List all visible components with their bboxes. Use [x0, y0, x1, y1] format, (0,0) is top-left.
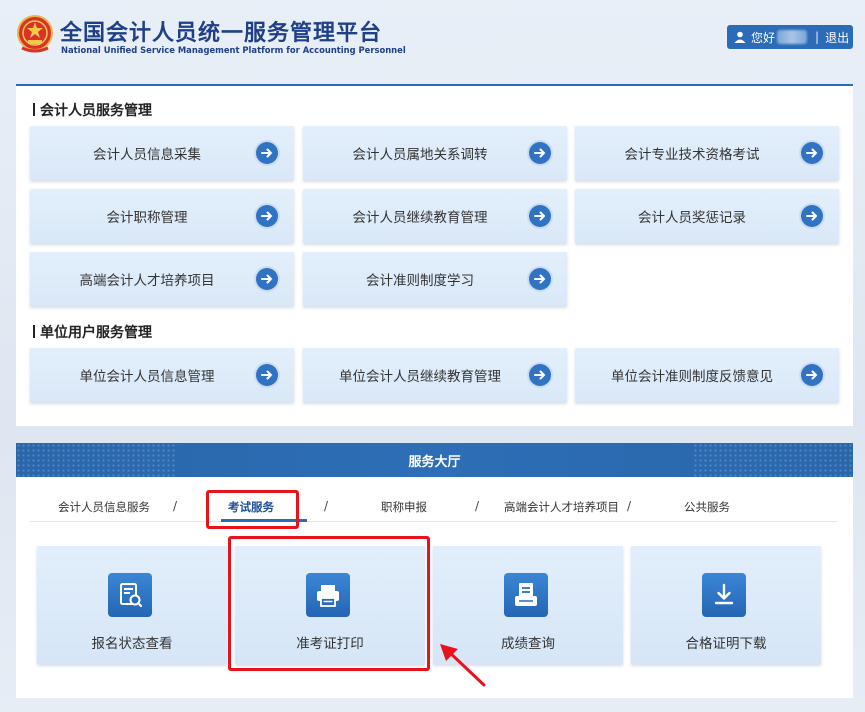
card-label: 会计人员继续教育管理 [352, 210, 488, 226]
card-label: 会计人员属地关系调转 [352, 147, 488, 163]
card-unit-standards-feedback[interactable]: 单位会计准则制度反馈意见 [575, 348, 839, 402]
arrow-right-icon [529, 364, 551, 386]
tabs-divider [30, 521, 837, 522]
card-personnel-info-collection[interactable]: 会计人员信息采集 [30, 126, 294, 180]
card-label: 会计人员奖惩记录 [638, 210, 746, 226]
highlight-box-ticket-print [228, 536, 430, 671]
highlight-box-exam-tab [206, 490, 299, 529]
arrow-right-icon [256, 364, 278, 386]
banner-pattern-right [693, 443, 853, 477]
annotation-arrow-icon [440, 644, 486, 687]
card-label: 单位会计人员继续教育管理 [339, 369, 501, 385]
service-certificate-download[interactable]: 合格证明下载 [631, 546, 821, 664]
service-label: 报名状态查看 [91, 636, 173, 652]
card-label: 会计专业技术资格考试 [624, 147, 760, 163]
card-continuing-education[interactable]: 会计人员继续教育管理 [303, 189, 567, 243]
logout-link[interactable]: 退出 [825, 29, 849, 46]
site-title-english: National Unified Service Management Plat… [61, 45, 406, 55]
national-emblem-icon [17, 15, 53, 53]
card-unit-personnel-info[interactable]: 单位会计人员信息管理 [30, 348, 294, 402]
user-bar-separator: | [815, 30, 820, 44]
arrow-right-icon [801, 205, 823, 227]
tab-separator: / [173, 499, 178, 513]
document-search-icon [108, 573, 152, 617]
username-masked [777, 30, 808, 44]
card-label: 会计准则制度学习 [366, 273, 474, 289]
banner-pattern-left [16, 443, 176, 477]
service-management-panel: 会计人员服务管理 会计人员信息采集 会计人员属地关系调转 会计专业技术资格考试 … [16, 84, 853, 426]
arrow-right-icon [801, 142, 823, 164]
card-high-end-talent[interactable]: 高端会计人才培养项目 [30, 252, 294, 306]
card-label: 高端会计人才培养项目 [79, 273, 215, 289]
card-unit-continuing-education[interactable]: 单位会计人员继续教育管理 [303, 348, 567, 402]
tab-public-service[interactable]: 公共服务 [684, 499, 730, 515]
user-icon [734, 31, 746, 43]
service-label: 合格证明下载 [685, 636, 767, 652]
card-standards-learning[interactable]: 会计准则制度学习 [303, 252, 567, 306]
user-bar: 您好 | 退出 [727, 25, 853, 49]
card-title-management[interactable]: 会计职称管理 [30, 189, 294, 243]
section-title-personnel: 会计人员服务管理 [33, 100, 152, 120]
section-title-unit: 单位用户服务管理 [33, 322, 152, 342]
tab-title-application[interactable]: 职称申报 [381, 499, 427, 515]
card-qualification-exam[interactable]: 会计专业技术资格考试 [575, 126, 839, 180]
site-title: 全国会计人员统一服务管理平台 [60, 21, 383, 46]
tab-separator: / [475, 499, 480, 513]
header: 全国会计人员统一服务管理平台 National Unified Service … [0, 0, 865, 84]
tab-personnel-info-service[interactable]: 会计人员信息服务 [58, 499, 150, 515]
arrow-right-icon [256, 268, 278, 290]
tab-high-end-talent[interactable]: 高端会计人才培养项目 [504, 499, 619, 515]
card-label: 单位会计准则制度反馈意见 [611, 369, 773, 385]
card-label: 会计人员信息采集 [93, 147, 201, 163]
service-hall-banner: 服务大厅 [16, 443, 853, 477]
arrow-right-icon [529, 268, 551, 290]
tab-separator: / [627, 499, 632, 513]
card-rewards-penalties[interactable]: 会计人员奖惩记录 [575, 189, 839, 243]
service-hall-title: 服务大厅 [408, 454, 461, 470]
arrow-right-icon [801, 364, 823, 386]
arrow-right-icon [529, 142, 551, 164]
tab-separator: / [324, 499, 329, 513]
service-hall-panel: 服务大厅 会计人员信息服务 / 考试服务 / 职称申报 / 高端会计人才培养项目… [16, 443, 853, 698]
card-territorial-transfer[interactable]: 会计人员属地关系调转 [303, 126, 567, 180]
report-icon [504, 573, 548, 617]
greeting-text: 您好 [751, 30, 776, 45]
arrow-right-icon [256, 142, 278, 164]
service-registration-status[interactable]: 报名状态查看 [37, 546, 227, 664]
arrow-right-icon [256, 205, 278, 227]
service-tabs: 会计人员信息服务 / 考试服务 / 职称申报 / 高端会计人才培养项目 / 公共… [16, 495, 853, 521]
arrow-right-icon [529, 205, 551, 227]
card-label: 单位会计人员信息管理 [79, 369, 215, 385]
download-icon [702, 573, 746, 617]
card-label: 会计职称管理 [106, 210, 188, 226]
